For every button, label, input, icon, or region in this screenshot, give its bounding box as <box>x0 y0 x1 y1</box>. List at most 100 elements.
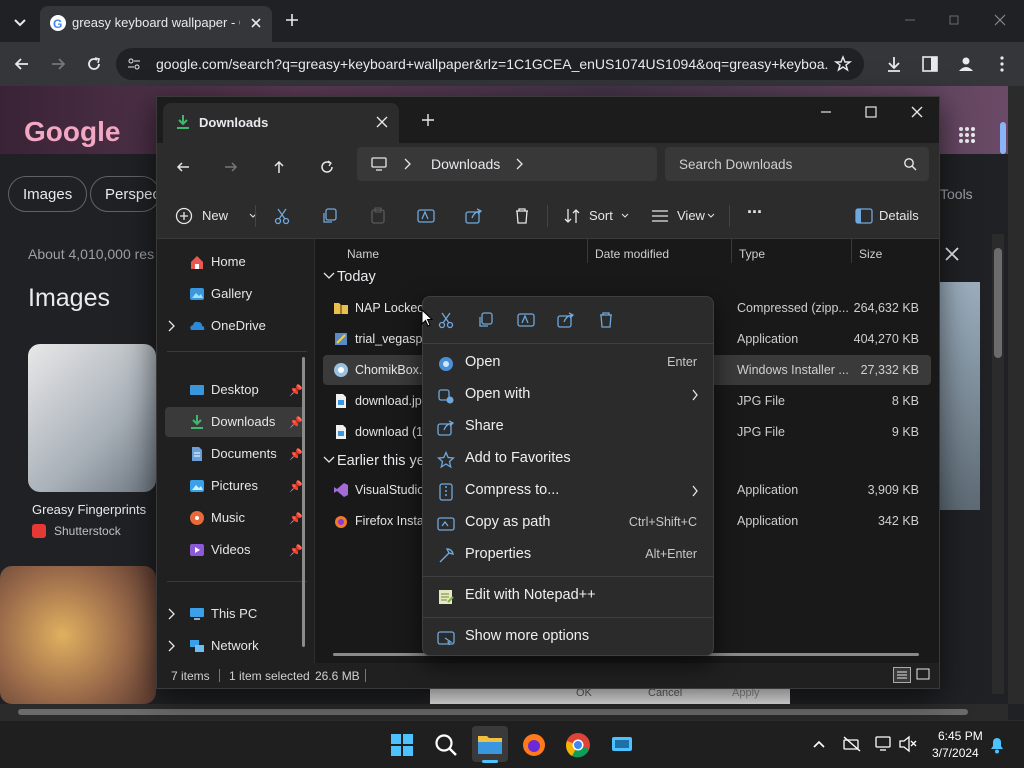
column-divider[interactable] <box>731 239 732 263</box>
details-view-icon[interactable] <box>893 667 911 683</box>
ctx-open-with[interactable]: Open with <box>429 379 707 411</box>
ctx-cut-icon[interactable] <box>437 311 455 329</box>
group-today[interactable]: Today <box>337 269 376 285</box>
result-image-keyboard[interactable] <box>28 344 156 492</box>
explorer-address-bar[interactable]: Downloads <box>357 147 657 181</box>
apps-grid-icon[interactable] <box>958 126 976 144</box>
breadcrumb-downloads[interactable]: Downloads <box>431 156 500 172</box>
pin-icon[interactable]: 📌 <box>289 384 303 397</box>
ctx-show-more-options[interactable]: Show more options <box>429 621 707 653</box>
google-logo[interactable]: Google <box>24 116 120 148</box>
explorer-tab[interactable]: Downloads <box>163 103 399 143</box>
explorer-refresh-icon[interactable] <box>319 159 335 175</box>
new-tab-icon[interactable] <box>284 12 300 28</box>
start-icon[interactable] <box>386 729 418 761</box>
paste-icon[interactable] <box>369 203 387 229</box>
ctx-properties[interactable]: Properties Alt+Enter <box>429 539 707 571</box>
breadcrumb-chevron-icon[interactable] <box>403 157 413 171</box>
column-size[interactable]: Size <box>859 247 882 261</box>
explorer-up-icon[interactable] <box>271 159 287 175</box>
group-collapse-icon[interactable] <box>323 455 335 465</box>
ctx-share[interactable]: Share <box>429 411 707 443</box>
forward-icon[interactable] <box>48 54 68 74</box>
clock-date[interactable]: 3/7/2024 <box>932 746 979 760</box>
preview-close-icon[interactable] <box>944 246 960 262</box>
close-window-icon[interactable] <box>992 12 1008 28</box>
explorer-tab-close-icon[interactable] <box>375 115 389 129</box>
ctx-open[interactable]: Open Enter <box>429 347 707 379</box>
site-info-icon[interactable] <box>126 56 142 72</box>
pin-icon[interactable]: 📌 <box>289 512 303 525</box>
tab-close-icon[interactable] <box>248 15 264 31</box>
explorer-close-icon[interactable] <box>910 105 924 119</box>
preview-image[interactable] <box>940 282 980 510</box>
rename-icon[interactable] <box>417 203 435 229</box>
chrome-tab[interactable]: G greasy keyboard wallpaper - Go <box>40 6 272 42</box>
explorer-minimize-icon[interactable] <box>819 105 833 119</box>
nav-item-downloads[interactable]: Downloads 📌 <box>165 407 305 437</box>
nav-scrollbar[interactable] <box>302 357 305 647</box>
nav-item-onedrive[interactable]: OneDrive <box>165 311 305 341</box>
side-panel-icon[interactable] <box>920 54 940 74</box>
pin-icon[interactable]: 📌 <box>289 480 303 493</box>
app-window-icon[interactable] <box>606 729 638 761</box>
page-scrollbar-thumb[interactable] <box>1000 122 1006 154</box>
horizontal-scrollbar-thumb[interactable] <box>18 709 968 715</box>
explorer-maximize-icon[interactable] <box>864 105 878 119</box>
result-image-keyboard-2[interactable] <box>0 566 156 704</box>
restore-icon[interactable] <box>946 12 962 28</box>
nav-item-desktop[interactable]: Desktop 📌 <box>165 375 305 405</box>
pin-icon[interactable]: 📌 <box>289 416 303 429</box>
bookmark-star-icon[interactable] <box>834 55 852 73</box>
chrome-menu-icon[interactable] <box>994 54 1010 74</box>
nav-item-home[interactable]: Home <box>165 247 305 277</box>
address-bar[interactable]: google.com/search?q=greasy+keyboard+wall… <box>116 48 864 80</box>
group-collapse-icon[interactable] <box>323 271 335 281</box>
see-more-button[interactable]: ... <box>747 197 762 223</box>
chip-perspective[interactable]: Perspec <box>90 176 160 212</box>
back-icon[interactable] <box>12 54 32 74</box>
nav-item-pictures[interactable]: Pictures 📌 <box>165 471 305 501</box>
file-explorer-taskbar-icon[interactable] <box>472 726 508 763</box>
ctx-edit-notepadpp[interactable]: Edit with Notepad++ <box>429 580 707 612</box>
search-icon[interactable] <box>430 729 462 761</box>
volume-muted-icon[interactable] <box>898 735 918 753</box>
minimize-icon[interactable] <box>902 12 918 28</box>
network-tray-icon[interactable] <box>842 735 862 753</box>
nav-item-music[interactable]: Music 📌 <box>165 503 305 533</box>
group-earlier[interactable]: Earlier this ye <box>337 453 425 469</box>
preview-scrollbar-thumb[interactable] <box>994 248 1002 358</box>
ctx-copy-icon[interactable] <box>477 311 495 329</box>
explorer-back-icon[interactable] <box>175 159 191 175</box>
explorer-forward-icon[interactable] <box>223 159 239 175</box>
cut-icon[interactable] <box>273 203 291 229</box>
chrome-icon[interactable] <box>562 729 594 761</box>
preview-scrollbar[interactable] <box>992 234 1004 694</box>
copy-icon[interactable] <box>321 203 339 229</box>
firefox-icon[interactable] <box>518 729 550 761</box>
nav-item-network[interactable]: Network <box>165 631 305 661</box>
delete-icon[interactable] <box>513 203 531 229</box>
nav-item-videos[interactable]: Videos 📌 <box>165 535 305 565</box>
column-divider[interactable] <box>851 239 852 263</box>
share-icon[interactable] <box>465 203 483 229</box>
column-divider[interactable] <box>587 239 588 263</box>
ctx-add-to-favorites[interactable]: Add to Favorites <box>429 443 707 475</box>
explorer-search-icon[interactable] <box>903 157 917 171</box>
pin-icon[interactable]: 📌 <box>289 544 303 557</box>
nav-item-documents[interactable]: Documents 📌 <box>165 439 305 469</box>
reload-icon[interactable] <box>84 54 104 74</box>
chip-images[interactable]: Images <box>8 176 88 212</box>
nav-item-gallery[interactable]: Gallery <box>165 279 305 309</box>
tiles-view-icon[interactable] <box>915 667 933 683</box>
explorer-new-tab-icon[interactable] <box>421 113 435 127</box>
clock-time[interactable]: 6:45 PM <box>938 729 983 743</box>
tools-button[interactable]: Tools <box>940 186 973 202</box>
this-pc-icon[interactable] <box>371 156 387 172</box>
show-hidden-icons-icon[interactable] <box>812 737 826 751</box>
breadcrumb-end-chevron-icon[interactable] <box>515 157 525 171</box>
downloads-icon[interactable] <box>884 54 904 74</box>
notifications-bell-icon[interactable] <box>988 735 1006 755</box>
ctx-compress-to[interactable]: Compress to... <box>429 475 707 507</box>
ctx-delete-icon[interactable] <box>597 311 615 329</box>
